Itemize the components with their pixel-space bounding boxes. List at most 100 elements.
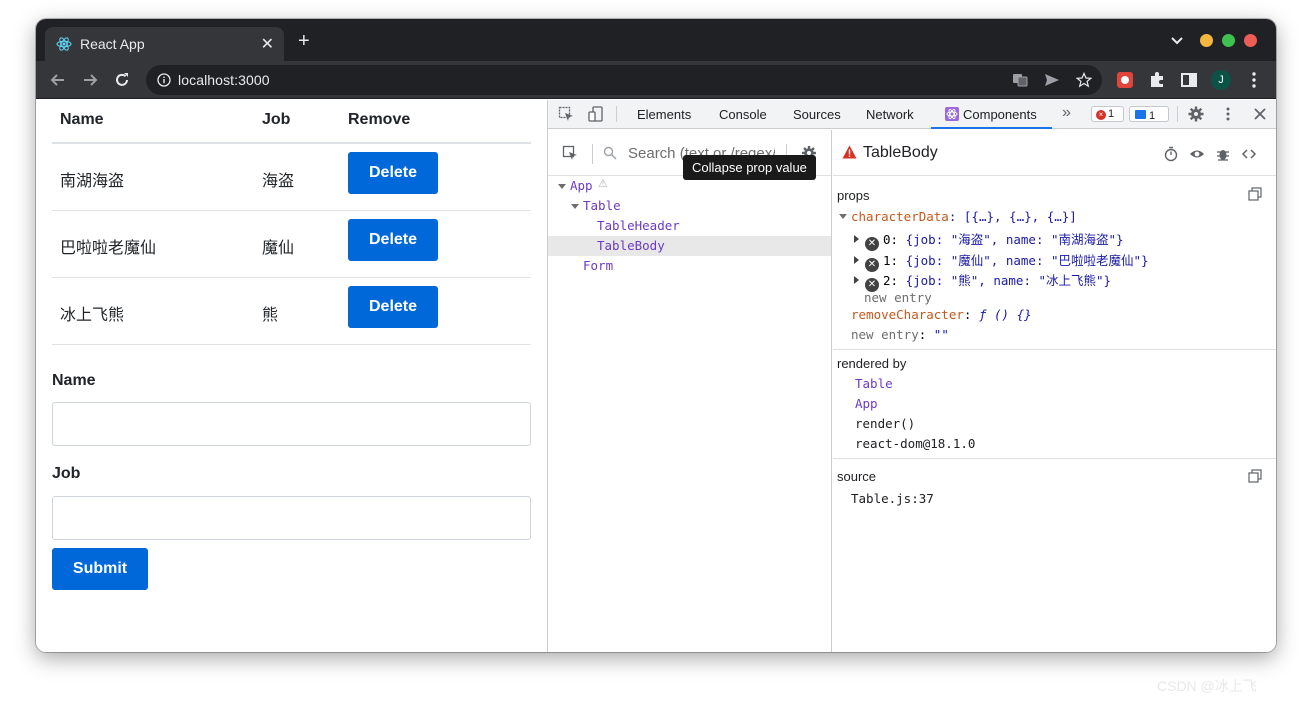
- tree-node-tableheader[interactable]: TableHeader: [597, 218, 680, 233]
- remove-item-icon[interactable]: ✕: [865, 237, 879, 251]
- header-divider: [52, 142, 531, 144]
- row-divider: [52, 344, 531, 345]
- delete-button[interactable]: Delete: [348, 219, 438, 261]
- tab-title: React App: [80, 36, 145, 52]
- reload-icon[interactable]: [112, 70, 132, 90]
- row-divider: [52, 210, 531, 211]
- column-header-job: Job: [262, 111, 291, 128]
- expand-caret-icon[interactable]: [854, 256, 859, 264]
- delete-button[interactable]: Delete: [348, 152, 438, 194]
- rendered-by-table[interactable]: Table: [855, 376, 893, 391]
- selected-row-highlight: [548, 236, 831, 256]
- tree-node-form[interactable]: Form: [583, 258, 613, 273]
- prop-separator: :: [948, 209, 964, 224]
- array-item[interactable]: ✕ 1: {job: "魔仙", name: "巴啦啦老魔仙"}: [854, 250, 1149, 272]
- stopwatch-icon[interactable]: [1163, 146, 1179, 162]
- back-arrow-icon[interactable]: [48, 70, 68, 90]
- tab-sources[interactable]: Sources: [793, 107, 841, 122]
- array-index: 2:: [883, 273, 899, 288]
- name-label: Name: [52, 372, 96, 389]
- tab-strip: React App ✕ +: [36, 19, 1276, 61]
- profile-avatar[interactable]: J: [1211, 70, 1231, 90]
- minimize-button[interactable]: [1200, 34, 1213, 47]
- array-value: {job: "海盗", name: "南湖海盗"}: [905, 232, 1124, 247]
- expand-caret-icon[interactable]: [558, 184, 566, 189]
- toolbar-separator: [1177, 106, 1178, 122]
- tree-node-app[interactable]: App: [570, 178, 593, 193]
- table-cell-name: 南湖海盗: [60, 173, 125, 190]
- send-icon[interactable]: [1044, 72, 1060, 88]
- expand-caret-icon[interactable]: [854, 235, 859, 243]
- browser-tab[interactable]: React App ✕: [45, 27, 284, 61]
- extensions-puzzle-icon[interactable]: [1148, 71, 1166, 89]
- prop-key: removeCharacter: [851, 307, 964, 322]
- section-divider: [833, 458, 1276, 459]
- error-icon: ×: [1096, 110, 1106, 120]
- name-input[interactable]: [52, 402, 531, 446]
- maximize-button[interactable]: [1222, 34, 1235, 47]
- info-icon[interactable]: [157, 73, 171, 87]
- message-count-badge[interactable]: 1: [1129, 106, 1169, 122]
- prop-value: [{…}, {…}, {…}]: [963, 209, 1077, 224]
- job-input[interactable]: [52, 496, 531, 540]
- array-value: {job: "魔仙", name: "巴啦啦老魔仙"}: [905, 253, 1149, 268]
- error-count-badge[interactable]: × 1: [1091, 106, 1124, 122]
- address-bar[interactable]: localhost:3000: [146, 65, 1102, 95]
- table-cell-job: 海盗: [262, 173, 295, 190]
- source-heading: source: [837, 469, 877, 484]
- view-source-icon[interactable]: [1241, 146, 1257, 162]
- devtools-tab-bar: Elements Console Sources Network Compone…: [548, 100, 1276, 129]
- delete-button[interactable]: Delete: [348, 286, 438, 328]
- prop-characterdata[interactable]: characterData: [{…}, {…}, {…}]: [839, 209, 1077, 224]
- tree-node-table[interactable]: Table: [583, 198, 621, 213]
- tree-node-tablebody[interactable]: TableBody: [597, 238, 665, 253]
- copy-icon[interactable]: [1248, 469, 1262, 483]
- settings-gear-icon[interactable]: [1188, 106, 1204, 122]
- eye-icon[interactable]: [1189, 146, 1205, 162]
- close-tab-icon[interactable]: ✕: [261, 34, 274, 54]
- tab-network[interactable]: Network: [866, 107, 914, 122]
- column-header-remove: Remove: [348, 111, 411, 128]
- close-window-button[interactable]: [1244, 34, 1257, 47]
- expand-caret-icon[interactable]: [571, 204, 579, 209]
- expand-caret-icon[interactable]: [854, 276, 859, 284]
- chevron-down-icon[interactable]: [1169, 32, 1185, 48]
- submit-button[interactable]: Submit: [52, 548, 148, 590]
- devtools-menu-icon[interactable]: [1220, 106, 1236, 122]
- tab-components[interactable]: Components: [963, 107, 1037, 122]
- message-icon: [1135, 110, 1146, 119]
- array-item[interactable]: ✕ 2: {job: "熊", name: "冰上飞熊"}: [854, 270, 1111, 292]
- new-tab-button[interactable]: +: [298, 31, 310, 51]
- collapse-caret-icon[interactable]: [839, 214, 847, 219]
- close-devtools-icon[interactable]: [1252, 106, 1268, 122]
- select-element-icon[interactable]: [562, 145, 578, 161]
- prop-new-entry[interactable]: new entry: "": [851, 327, 949, 342]
- section-divider: [833, 349, 1276, 350]
- tab-elements[interactable]: Elements: [637, 107, 691, 122]
- translate-icon[interactable]: [1012, 72, 1028, 88]
- forward-arrow-icon[interactable]: [80, 70, 100, 90]
- side-panel-icon[interactable]: [1180, 71, 1198, 89]
- react-logo-icon: [56, 37, 72, 51]
- bug-icon[interactable]: [1215, 146, 1231, 162]
- array-value: {job: "熊", name: "冰上飞熊"}: [905, 273, 1112, 288]
- prop-removecharacter[interactable]: removeCharacter: ƒ () {}: [851, 307, 1032, 322]
- section-divider: [833, 175, 1276, 176]
- inspect-element-icon[interactable]: [558, 106, 574, 122]
- device-toolbar-icon[interactable]: [588, 106, 604, 122]
- copy-icon[interactable]: [1248, 187, 1262, 201]
- source-file[interactable]: Table.js:37: [851, 491, 934, 506]
- bookmark-star-icon[interactable]: [1076, 72, 1092, 88]
- react-components-icon: [945, 107, 959, 121]
- more-tabs-button[interactable]: »: [1062, 104, 1071, 122]
- prop-value: "": [933, 327, 949, 342]
- extension-red-icon[interactable]: [1116, 71, 1134, 89]
- prop-separator: :: [963, 307, 979, 322]
- page-content: Name Job Remove 南湖海盗 海盗 Delete 巴啦啦老魔仙 魔仙…: [36, 100, 547, 652]
- rendered-by-app[interactable]: App: [855, 396, 878, 411]
- new-entry-inner[interactable]: new entry: [864, 290, 932, 305]
- array-item[interactable]: ✕ 0: {job: "海盗", name: "南湖海盗"}: [854, 229, 1124, 251]
- tab-console[interactable]: Console: [719, 107, 767, 122]
- browser-menu-icon[interactable]: [1249, 71, 1259, 89]
- warning-icon: ⚠: [598, 177, 608, 190]
